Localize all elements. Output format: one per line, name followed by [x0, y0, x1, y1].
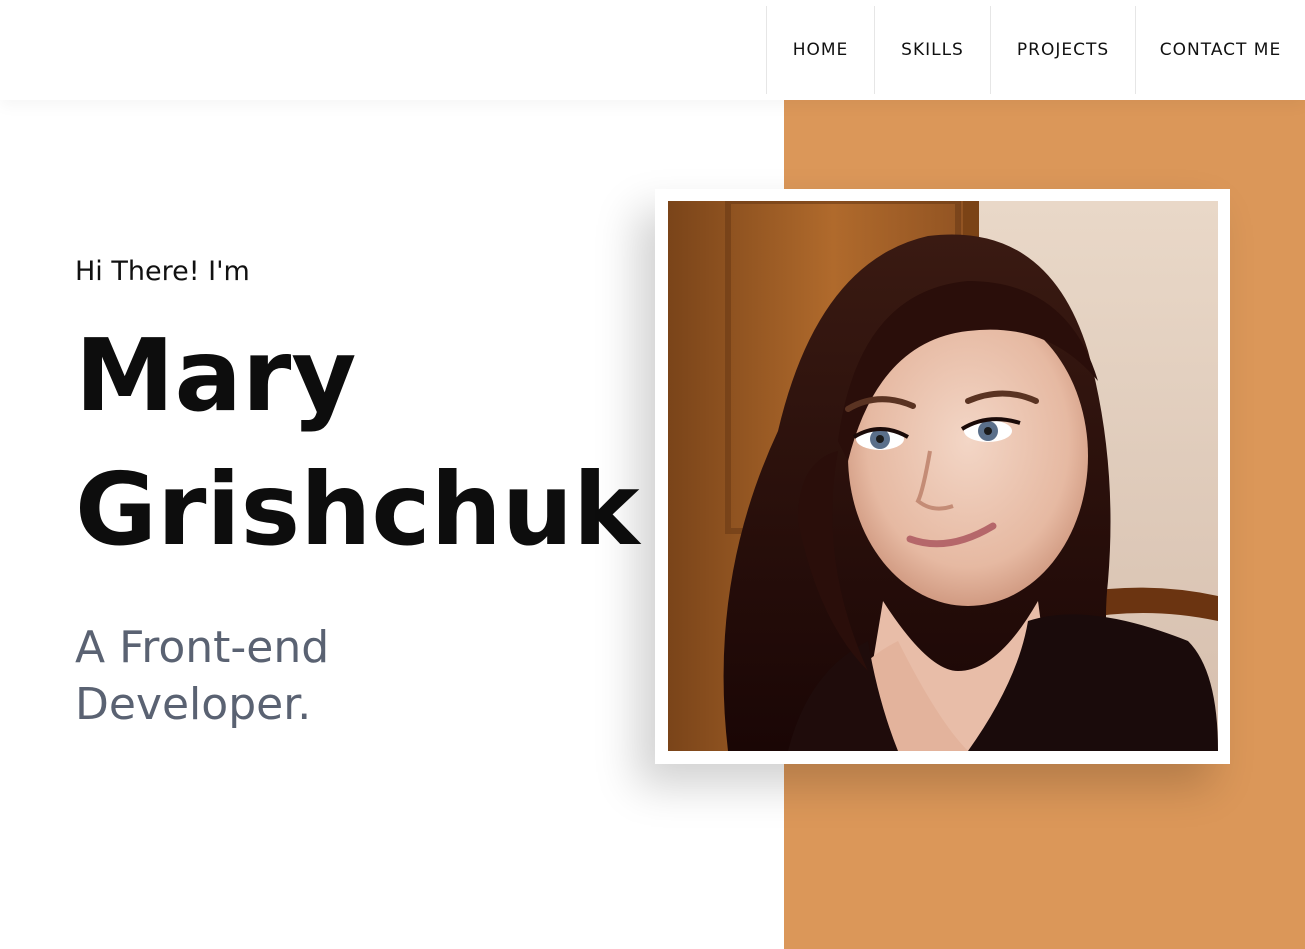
nav-contact-link[interactable]: CONTACT ME	[1135, 6, 1305, 94]
hero-role: A Front-end Developer.	[75, 622, 330, 730]
hero-intro: Hi There! I'm Mary Grishchuk A Front-end…	[75, 255, 640, 733]
portrait-illustration	[668, 201, 1218, 751]
hero-first-name: Mary	[75, 317, 357, 434]
nav-projects-link[interactable]: PROJECTS	[990, 6, 1135, 94]
hero-name: Mary Grishchuk	[75, 309, 640, 577]
top-navigation-bar: HOME SKILLS PROJECTS CONTACT ME	[0, 0, 1305, 100]
profile-photo-frame	[655, 189, 1230, 764]
portfolio-page: HOME SKILLS PROJECTS CONTACT ME Hi There…	[0, 0, 1305, 949]
main-nav: HOME SKILLS PROJECTS CONTACT ME	[766, 6, 1305, 94]
hero-greeting: Hi There! I'm	[75, 256, 250, 287]
nav-home-link[interactable]: HOME	[766, 6, 874, 94]
profile-photo	[668, 201, 1218, 751]
hero-last-name: Grishchuk	[75, 451, 640, 568]
nav-skills-link[interactable]: SKILLS	[874, 6, 990, 94]
